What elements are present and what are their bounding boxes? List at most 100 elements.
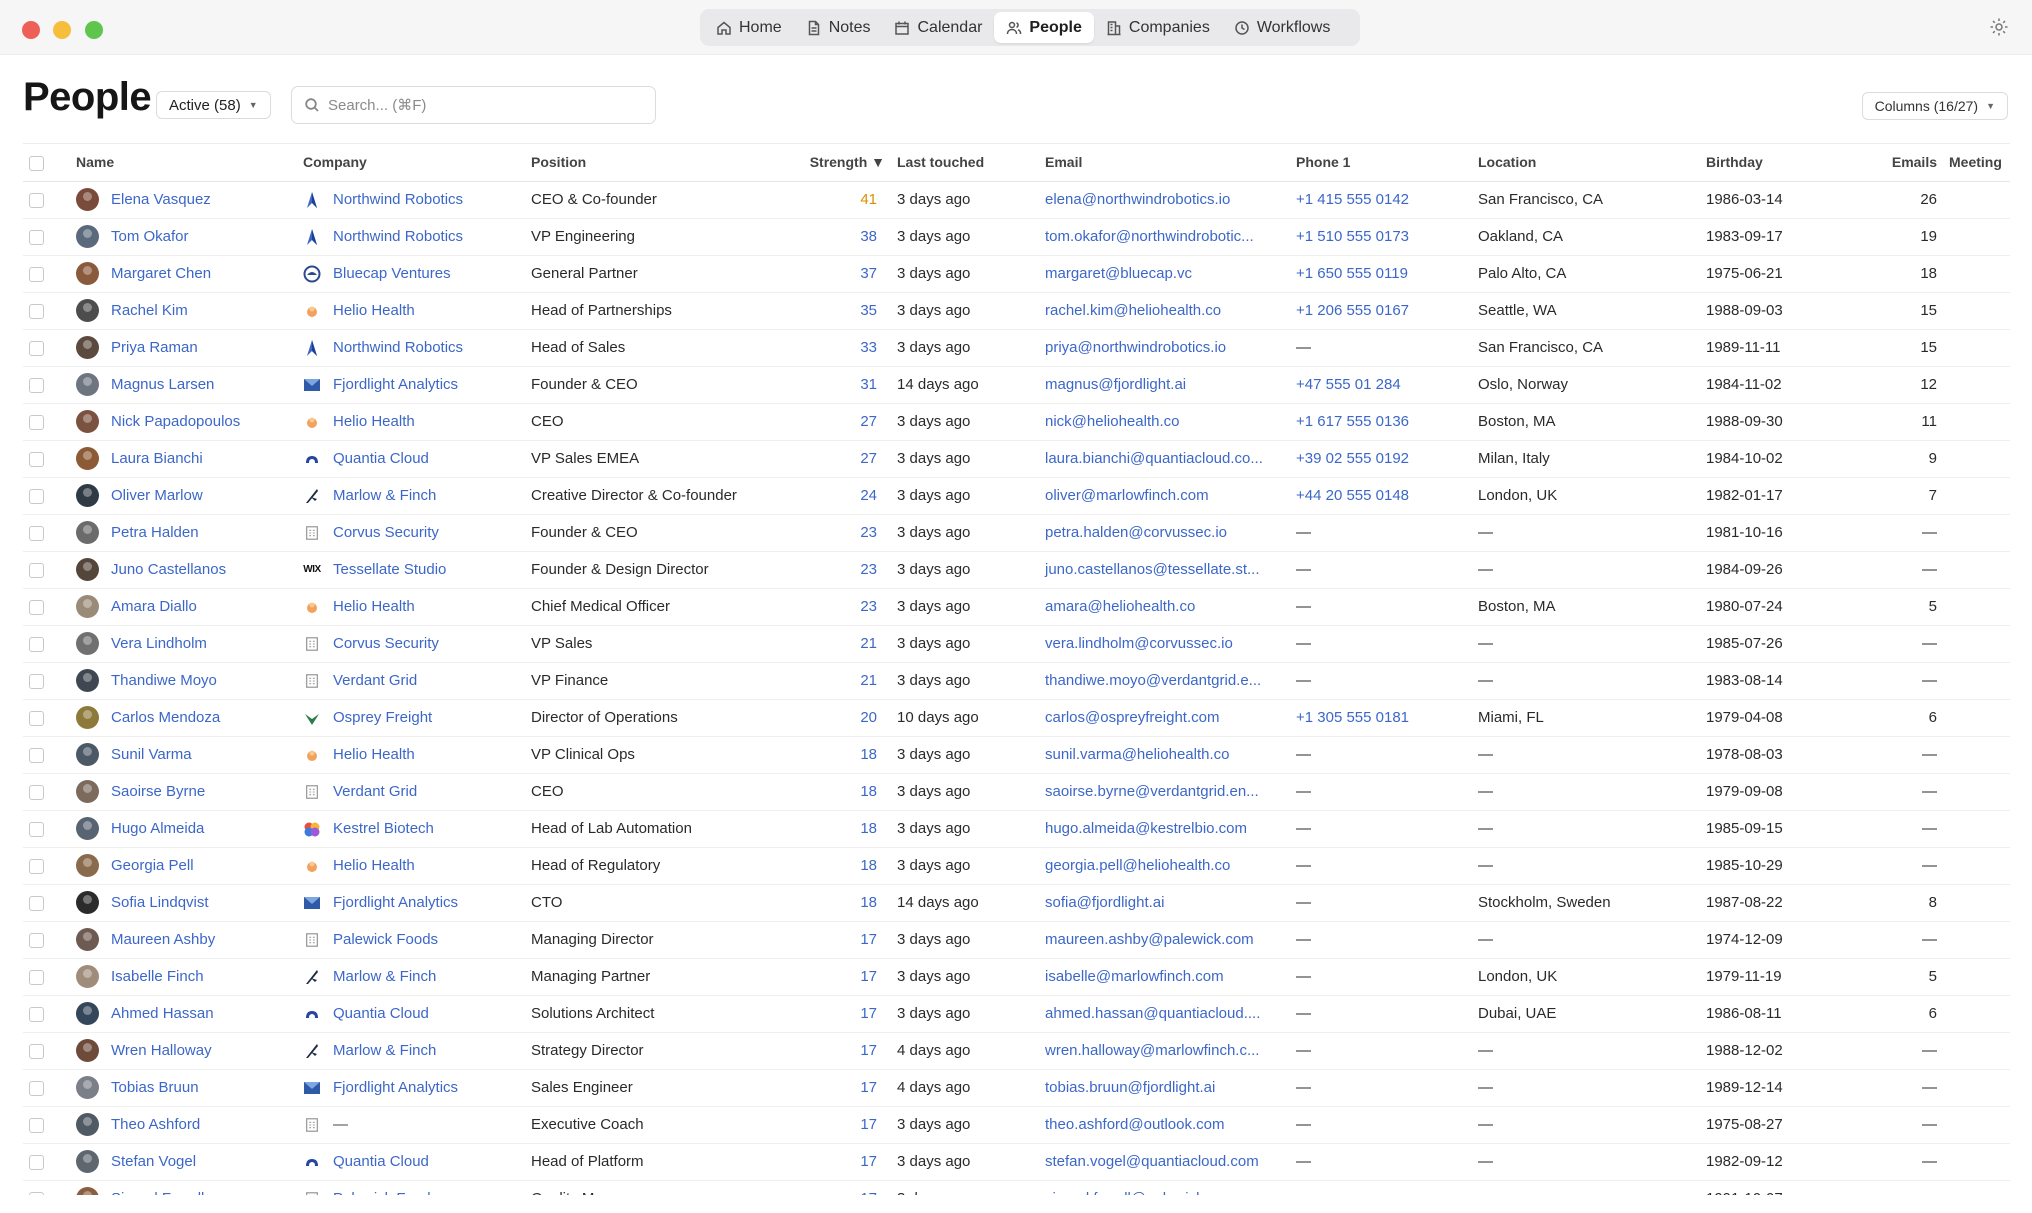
person-name-link[interactable]: Juno Castellanos: [111, 561, 226, 578]
phone-cell[interactable]: +1 510 555 0173: [1290, 218, 1472, 256]
person-name-link[interactable]: Ahmed Hassan: [111, 1005, 214, 1022]
table-row[interactable]: Oliver Marlow Marlow & Finch Creative Dire…: [23, 477, 2010, 515]
email-link[interactable]: isabelle@marlowfinch.com: [1039, 958, 1290, 996]
email-link[interactable]: wren.halloway@marlowfinch.c...: [1039, 1032, 1290, 1070]
row-checkbox[interactable]: [29, 1117, 44, 1133]
row-checkbox[interactable]: [29, 488, 44, 504]
company-link[interactable]: Palewick Foods: [333, 1190, 438, 1195]
person-name-link[interactable]: Sinead Farrell: [111, 1190, 204, 1195]
table-row[interactable]: Laura Bianchi Quantia Cloud VP Sales EMEA 2…: [23, 440, 2010, 478]
tab-people[interactable]: People: [994, 12, 1094, 43]
person-name-link[interactable]: Margaret Chen: [111, 265, 211, 282]
person-name-link[interactable]: Georgia Pell: [111, 857, 194, 874]
person-name-link[interactable]: Oliver Marlow: [111, 487, 203, 504]
table-row[interactable]: Saoirse Byrne Verdant Grid CEO 18 3 days ago…: [23, 773, 2010, 811]
row-checkbox[interactable]: [29, 192, 44, 208]
select-all-checkbox[interactable]: [29, 155, 44, 171]
phone-cell[interactable]: +1 617 555 0136: [1290, 403, 1472, 441]
zoom-window-button[interactable]: [85, 21, 103, 39]
table-row[interactable]: Carlos Mendoza Osprey Freight Director of …: [23, 699, 2010, 737]
email-link[interactable]: rachel.kim@heliohealth.co: [1039, 292, 1290, 330]
company-link[interactable]: Northwind Robotics: [333, 191, 463, 208]
table-row[interactable]: Ahmed Hassan Quantia Cloud Solutions Archi…: [23, 995, 2010, 1033]
company-link[interactable]: Helio Health: [333, 746, 415, 763]
email-link[interactable]: magnus@fjordlight.ai: [1039, 366, 1290, 404]
close-window-button[interactable]: [22, 21, 40, 39]
row-checkbox[interactable]: [29, 266, 44, 282]
row-checkbox[interactable]: [29, 340, 44, 356]
table-row[interactable]: Georgia Pell Helio Health Head of Regulato…: [23, 847, 2010, 885]
tab-companies[interactable]: Companies: [1094, 12, 1222, 43]
phone-cell[interactable]: +39 02 555 0192: [1290, 440, 1472, 478]
table-row[interactable]: Isabelle Finch Marlow & Finch Managing Par…: [23, 958, 2010, 996]
row-checkbox[interactable]: [29, 377, 44, 393]
table-row[interactable]: Rachel Kim Helio Health Head of Partnershi…: [23, 292, 2010, 330]
email-link[interactable]: carlos@ospreyfreight.com: [1039, 699, 1290, 737]
email-link[interactable]: saoirse.byrne@verdantgrid.en...: [1039, 773, 1290, 811]
phone-cell[interactable]: +1 650 555 0119: [1290, 255, 1472, 293]
company-link[interactable]: Palewick Foods: [333, 931, 438, 948]
table-row[interactable]: Sofia Lindqvist Fjordlight Analytics CTO 18…: [23, 884, 2010, 922]
company-link[interactable]: Fjordlight Analytics: [333, 376, 458, 393]
email-link[interactable]: sinead.farrell@palewick.com: [1039, 1180, 1290, 1195]
person-name-link[interactable]: Tobias Bruun: [111, 1079, 199, 1096]
person-name-link[interactable]: Hugo Almeida: [111, 820, 204, 837]
email-link[interactable]: hugo.almeida@kestrelbio.com: [1039, 810, 1290, 848]
table-row[interactable]: Juno Castellanos WIX Tessellate Studio Foun…: [23, 551, 2010, 589]
table-row[interactable]: Hugo Almeida Kestrel Biotech Head of Lab A…: [23, 810, 2010, 848]
email-link[interactable]: stefan.vogel@quantiacloud.com: [1039, 1143, 1290, 1181]
person-name-link[interactable]: Magnus Larsen: [111, 376, 214, 393]
row-checkbox[interactable]: [29, 895, 44, 911]
company-link[interactable]: Quantia Cloud: [333, 450, 429, 467]
email-link[interactable]: petra.halden@corvussec.io: [1039, 514, 1290, 552]
column-header-email[interactable]: Email: [1039, 144, 1290, 182]
table-row[interactable]: Tobias Bruun Fjordlight Analytics Sales En…: [23, 1069, 2010, 1107]
row-checkbox[interactable]: [29, 673, 44, 689]
person-name-link[interactable]: Tom Okafor: [111, 228, 189, 245]
table-row[interactable]: Priya Raman Northwind Robotics Head of Sal…: [23, 329, 2010, 367]
email-link[interactable]: tobias.bruun@fjordlight.ai: [1039, 1069, 1290, 1107]
email-link[interactable]: laura.bianchi@quantiacloud.co...: [1039, 440, 1290, 478]
phone-cell[interactable]: +1 206 555 0167: [1290, 292, 1472, 330]
company-link[interactable]: Corvus Security: [333, 524, 439, 541]
person-name-link[interactable]: Maureen Ashby: [111, 931, 215, 948]
table-row[interactable]: Elena Vasquez Northwind Robotics CEO & Co-…: [23, 181, 2010, 219]
company-link[interactable]: Verdant Grid: [333, 783, 417, 800]
person-name-link[interactable]: Nick Papadopoulos: [111, 413, 240, 430]
row-checkbox[interactable]: [29, 562, 44, 578]
email-link[interactable]: sofia@fjordlight.ai: [1039, 884, 1290, 922]
phone-cell[interactable]: +1 415 555 0142: [1290, 181, 1472, 219]
phone-cell[interactable]: +44 20 555 0148: [1290, 477, 1472, 515]
row-checkbox[interactable]: [29, 858, 44, 874]
email-link[interactable]: georgia.pell@heliohealth.co: [1039, 847, 1290, 885]
company-link[interactable]: Verdant Grid: [333, 672, 417, 689]
phone-cell[interactable]: +47 555 01 284: [1290, 366, 1472, 404]
table-row[interactable]: Thandiwe Moyo Verdant Grid VP Finance 21 3 d…: [23, 662, 2010, 700]
email-link[interactable]: theo.ashford@outlook.com: [1039, 1106, 1290, 1144]
company-link[interactable]: Kestrel Biotech: [333, 820, 434, 837]
person-name-link[interactable]: Theo Ashford: [111, 1116, 200, 1133]
company-link[interactable]: Corvus Security: [333, 635, 439, 652]
row-checkbox[interactable]: [29, 784, 44, 800]
status-filter-dropdown[interactable]: Active (58) ▼: [156, 91, 271, 119]
company-link[interactable]: Tessellate Studio: [333, 561, 446, 578]
email-link[interactable]: margaret@bluecap.vc: [1039, 255, 1290, 293]
table-row[interactable]: Sunil Varma Helio Health VP Clinical Ops 18…: [23, 736, 2010, 774]
column-header-birthday[interactable]: Birthday: [1700, 144, 1846, 182]
company-link[interactable]: Quantia Cloud: [333, 1153, 429, 1170]
column-header-last-touched[interactable]: Last touched: [891, 144, 1039, 182]
column-header-company[interactable]: Company: [297, 144, 525, 182]
table-row[interactable]: Nick Papadopoulos Helio Health CEO 27 3 days…: [23, 403, 2010, 441]
email-link[interactable]: ahmed.hassan@quantiacloud....: [1039, 995, 1290, 1033]
row-checkbox[interactable]: [29, 414, 44, 430]
person-name-link[interactable]: Carlos Mendoza: [111, 709, 220, 726]
row-checkbox[interactable]: [29, 1043, 44, 1059]
row-checkbox[interactable]: [29, 1006, 44, 1022]
tab-workflows[interactable]: Workflows: [1222, 12, 1343, 43]
person-name-link[interactable]: Sofia Lindqvist: [111, 894, 209, 911]
table-row[interactable]: Sinead Farrell Palewick Foods Quality Mana…: [23, 1180, 2010, 1195]
person-name-link[interactable]: Petra Halden: [111, 524, 199, 541]
row-checkbox[interactable]: [29, 969, 44, 985]
row-checkbox[interactable]: [29, 932, 44, 948]
column-header-position[interactable]: Position: [525, 144, 793, 182]
